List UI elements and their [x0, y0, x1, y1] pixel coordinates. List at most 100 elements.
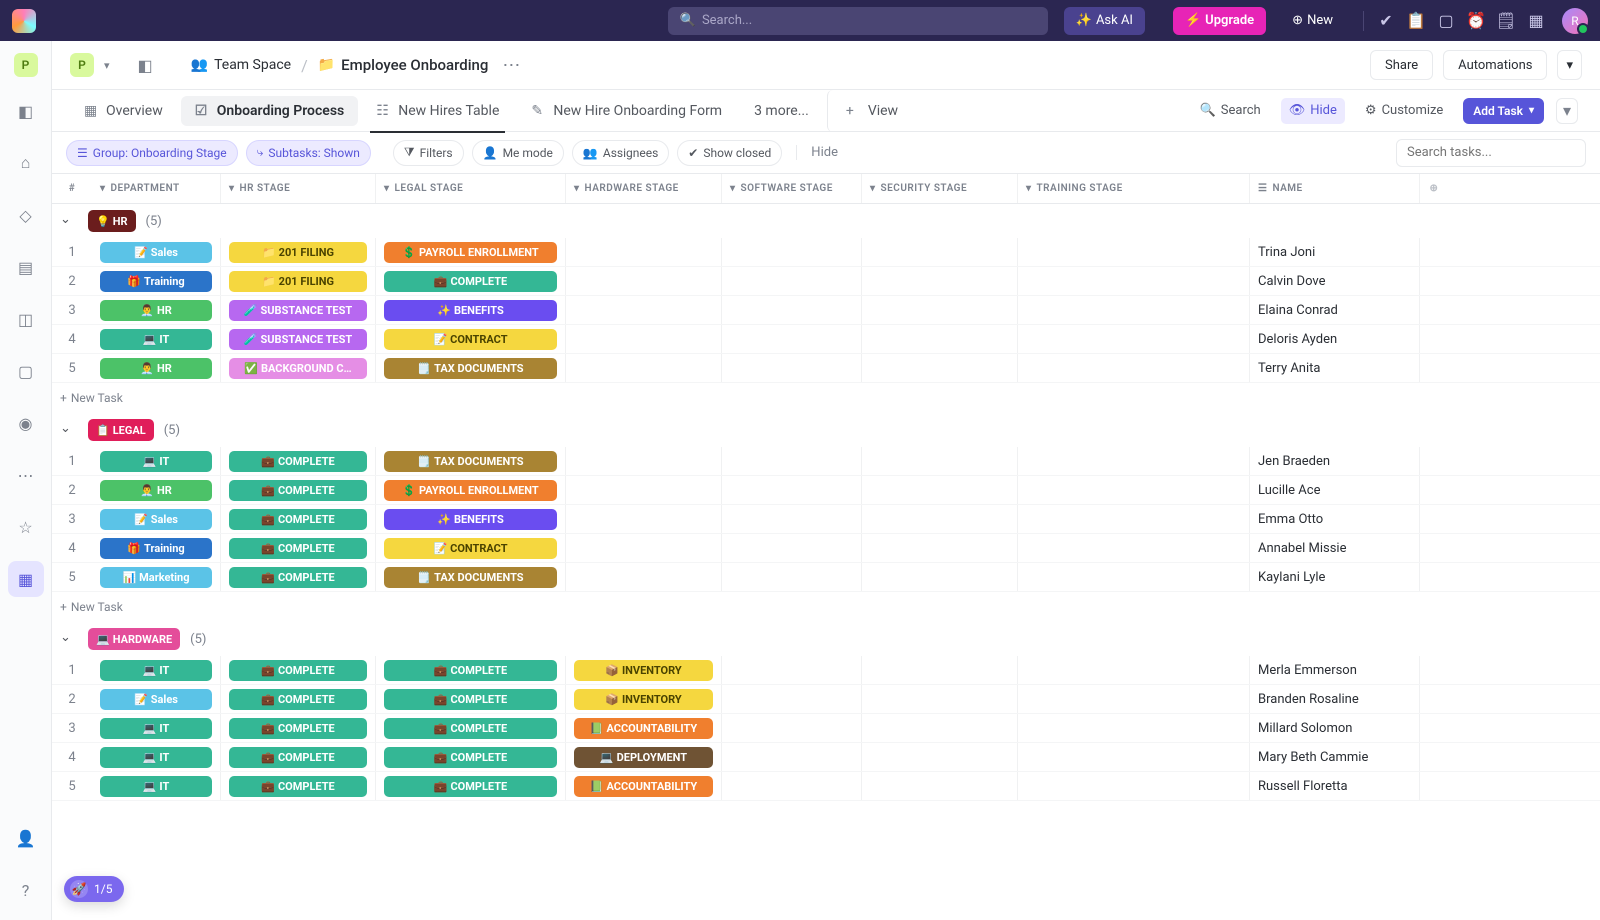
col-hr-stage[interactable]: ▾HR STAGE	[221, 174, 376, 203]
new-task-row[interactable]: +New Task	[52, 592, 1600, 622]
status-badge[interactable]: 💼COMPLETE	[384, 689, 557, 710]
chip-filters[interactable]: ⧩Filters	[393, 140, 464, 166]
filters-hide-link[interactable]: Hide	[796, 145, 838, 160]
status-badge[interactable]: 📗ACCOUNTABILITY	[574, 718, 713, 739]
col-department[interactable]: ▾DEPARTMENT	[92, 174, 221, 203]
timesheets-icon[interactable]: ◉	[8, 405, 44, 441]
chip-group[interactable]: ☰Group: Onboarding Stage	[66, 140, 238, 166]
table-row[interactable]: 1 💻IT 💼COMPLETE 🗒️TAX DOCUMENTS Jen Brae…	[52, 447, 1600, 476]
table-row[interactable]: 4 🎁Training 💼COMPLETE 📝CONTRACT Annabel …	[52, 534, 1600, 563]
name-cell[interactable]: Trina Joni	[1250, 238, 1420, 266]
new-button[interactable]: ⊕ New	[1282, 7, 1343, 35]
chip-subtasks[interactable]: ⤷Subtasks: Shown	[246, 140, 371, 166]
spaces-grid-icon[interactable]: ▦	[8, 561, 44, 597]
chip-me-mode[interactable]: 👤Me mode	[472, 140, 564, 166]
status-badge[interactable]: ✨BENEFITS	[384, 300, 557, 321]
video-icon[interactable]: ▢	[1436, 11, 1456, 31]
col-security-stage[interactable]: ▾SECURITY STAGE	[862, 174, 1018, 203]
check-circle-icon[interactable]: ✔︎	[1376, 11, 1396, 31]
name-cell[interactable]: Jen Braeden	[1250, 447, 1420, 475]
global-search[interactable]: 🔍 Search...	[668, 7, 1048, 35]
status-badge[interactable]: 💼COMPLETE	[384, 271, 557, 292]
workspace-badge[interactable]: P	[70, 53, 94, 77]
name-cell[interactable]: Emma Otto	[1250, 505, 1420, 533]
table-row[interactable]: 4 💻IT 💼COMPLETE 💼COMPLETE 💻DEPLOYMENT Ma…	[52, 743, 1600, 772]
name-cell[interactable]: Elaina Conrad	[1250, 296, 1420, 324]
more-icon[interactable]: ⋯	[8, 457, 44, 493]
table-row[interactable]: 2 📝Sales 💼COMPLETE 💼COMPLETE 📦INVENTORY …	[52, 685, 1600, 714]
status-badge[interactable]: 📗ACCOUNTABILITY	[574, 776, 713, 797]
add-view-button[interactable]: +View	[827, 90, 912, 132]
status-badge[interactable]: 📝CONTRACT	[384, 329, 557, 350]
chip-assignees[interactable]: 👥Assignees	[572, 140, 669, 166]
hide-button[interactable]: 👁Hide	[1281, 98, 1345, 124]
col-software-stage[interactable]: ▾SOFTWARE STAGE	[722, 174, 862, 203]
status-badge[interactable]: 💼COMPLETE	[229, 689, 367, 710]
name-cell[interactable]: Deloris Ayden	[1250, 325, 1420, 353]
status-badge[interactable]: 💻IT	[100, 718, 212, 739]
docs-icon[interactable]: ▤	[8, 249, 44, 285]
status-badge[interactable]: 💼COMPLETE	[384, 776, 557, 797]
status-badge[interactable]: 💼COMPLETE	[384, 718, 557, 739]
automations-chevron[interactable]: ▾	[1557, 50, 1582, 80]
status-badge[interactable]: 💲PAYROLL ENROLLMENT	[384, 480, 557, 501]
status-badge[interactable]: 🎁Training	[100, 538, 212, 559]
home-icon[interactable]: ⌂	[8, 145, 44, 181]
name-cell[interactable]: Lucille Ace	[1250, 476, 1420, 504]
new-task-row[interactable]: +New Task	[52, 383, 1600, 413]
col-legal-stage[interactable]: ▾LEGAL STAGE	[376, 174, 566, 203]
status-badge[interactable]: 💼COMPLETE	[229, 509, 367, 530]
table-row[interactable]: 3 📝Sales 💼COMPLETE ✨BENEFITS Emma Otto	[52, 505, 1600, 534]
status-badge[interactable]: 💲PAYROLL ENROLLMENT	[384, 242, 557, 263]
status-badge[interactable]: 💻IT	[100, 776, 212, 797]
status-badge[interactable]: 💼COMPLETE	[229, 776, 367, 797]
name-cell[interactable]: Terry Anita	[1250, 354, 1420, 382]
table-row[interactable]: 4 💻IT 🧪SUBSTANCE TEST 📝CONTRACT Deloris …	[52, 325, 1600, 354]
chevron-down-icon[interactable]: ⌄	[60, 212, 78, 230]
alarm-icon[interactable]: ⏰	[1466, 11, 1486, 31]
status-badge[interactable]: 💻IT	[100, 451, 212, 472]
status-badge[interactable]: 💻IT	[100, 660, 212, 681]
add-task-button[interactable]: Add Task▾	[1463, 98, 1544, 124]
status-badge[interactable]: 💻IT	[100, 329, 212, 350]
status-badge[interactable]: 📦INVENTORY	[574, 660, 713, 681]
group-header-legal[interactable]: ⌄ 📋LEGAL (5)	[52, 413, 1600, 447]
table-row[interactable]: 5 📊Marketing 💼COMPLETE 🗒️TAX DOCUMENTS K…	[52, 563, 1600, 592]
more-options-icon[interactable]: ⋯	[502, 55, 520, 76]
status-badge[interactable]: 🧪SUBSTANCE TEST	[229, 329, 367, 350]
status-badge[interactable]: 🗒️TAX DOCUMENTS	[384, 567, 557, 588]
user-avatar[interactable]: R	[1562, 8, 1588, 34]
breadcrumb-folder[interactable]: 📁 Employee Onboarding	[318, 56, 489, 74]
status-badge[interactable]: 💼COMPLETE	[229, 718, 367, 739]
onboarding-progress-pill[interactable]: 🚀 1/5	[64, 876, 124, 902]
status-badge[interactable]: 💼COMPLETE	[384, 660, 557, 681]
table-row[interactable]: 1 📝Sales 📁201 FILING 💲PAYROLL ENROLLMENT…	[52, 238, 1600, 267]
status-badge[interactable]: 💼COMPLETE	[229, 480, 367, 501]
chevron-down-icon[interactable]: ⌄	[60, 630, 78, 648]
dashboards-icon[interactable]: ◫	[8, 301, 44, 337]
table-row[interactable]: 1 💻IT 💼COMPLETE 💼COMPLETE 📦INVENTORY Mer…	[52, 656, 1600, 685]
status-badge[interactable]: 📊Marketing	[100, 567, 212, 588]
name-cell[interactable]: Kaylani Lyle	[1250, 563, 1420, 591]
add-column-button[interactable]: ⊕	[1420, 183, 1448, 194]
col-training-stage[interactable]: ▾TRAINING STAGE	[1018, 174, 1250, 203]
status-badge[interactable]: 📝Sales	[100, 509, 212, 530]
tab-onboarding-form[interactable]: ✎New Hire Onboarding Form	[517, 90, 736, 132]
status-badge[interactable]: 🎁Training	[100, 271, 212, 292]
invite-icon[interactable]: 👤	[8, 820, 44, 856]
table-row[interactable]: 2 🎁Training 📁201 FILING 💼COMPLETE Calvin…	[52, 267, 1600, 296]
notepad-icon[interactable]: 🗒	[1496, 11, 1516, 31]
status-badge[interactable]: 📝Sales	[100, 689, 212, 710]
name-cell[interactable]: Branden Rosaline	[1250, 685, 1420, 713]
breadcrumb-space[interactable]: 👥 Team Space	[191, 57, 291, 73]
chevron-down-icon[interactable]: ▾	[104, 59, 110, 72]
status-badge[interactable]: ✅BACKGROUND C…	[229, 358, 367, 379]
tab-more[interactable]: 3 more...	[740, 90, 823, 132]
status-badge[interactable]: 💼COMPLETE	[229, 747, 367, 768]
status-badge[interactable]: 💼COMPLETE	[384, 747, 557, 768]
status-badge[interactable]: 📁201 FILING	[229, 242, 367, 263]
chip-show-closed[interactable]: ✔Show closed	[677, 140, 782, 166]
workspace-switcher[interactable]: P	[14, 53, 38, 77]
col-name[interactable]: ☰NAME	[1250, 174, 1420, 203]
status-badge[interactable]: 💻DEPLOYMENT	[574, 747, 713, 768]
